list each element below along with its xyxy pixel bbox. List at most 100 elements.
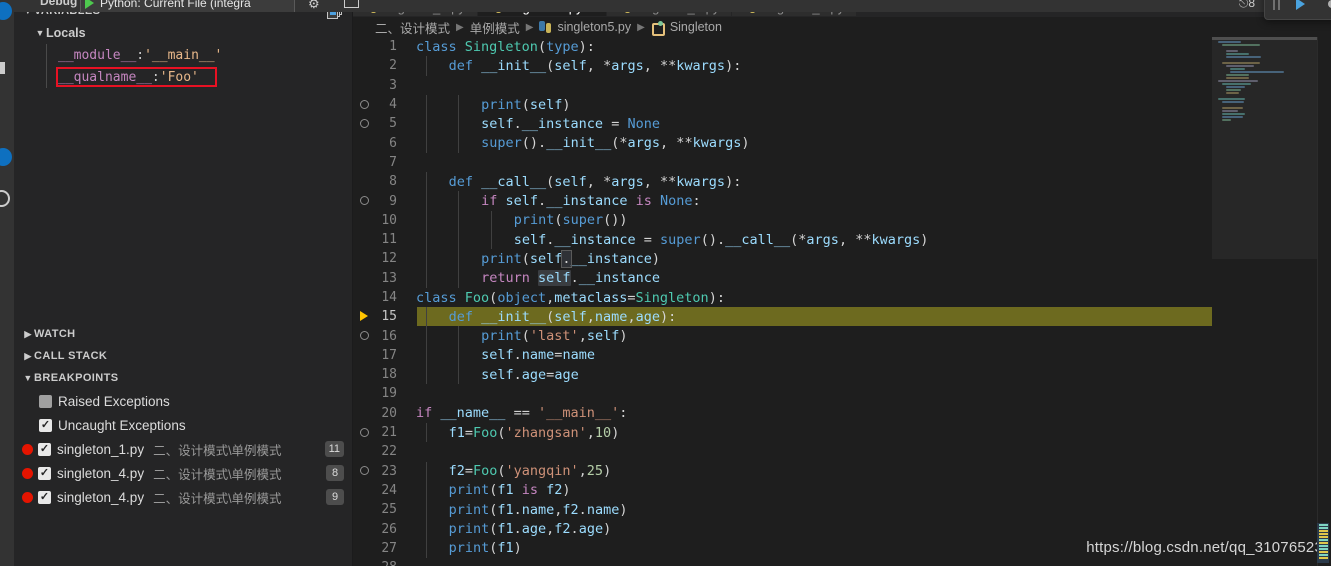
code-line[interactable]: 20 if __name__ == '__main__': — [353, 404, 1331, 423]
code-line[interactable]: 22 — [353, 442, 1331, 461]
layout-panel-icon[interactable] — [344, 0, 359, 8]
code-line[interactable]: 12 print(self.__instance) — [353, 249, 1331, 269]
code-line[interactable]: 15 def __init__(self,name,age): — [353, 307, 1331, 327]
gear-icon[interactable]: ⚙ — [308, 0, 320, 12]
checkbox-icon[interactable]: ✓ — [39, 418, 52, 432]
breakpoint-glyph-icon[interactable] — [353, 193, 375, 209]
breadcrumb-item-folder1[interactable]: 二、设计模式 — [375, 18, 450, 37]
account-icon[interactable] — [0, 190, 10, 207]
chevron-down-icon[interactable]: ▼ — [22, 367, 34, 389]
callstack-section-header[interactable]: ▶ CALL STACK — [14, 345, 352, 367]
start-debug-icon[interactable] — [85, 0, 94, 9]
code-line[interactable]: 5 self.__instance = None — [353, 114, 1331, 134]
minimap-scroll-handle[interactable] — [1212, 37, 1317, 40]
minimap-line — [1222, 62, 1260, 64]
code-line[interactable]: 2 def __init__(self, *args, **kwargs): — [353, 56, 1331, 76]
checkbox-icon[interactable]: ✓ — [38, 490, 51, 504]
code-text: print(f1.age,f2.age) — [448, 521, 612, 538]
checkbox-icon[interactable]: ✓ — [38, 442, 51, 456]
step-over-button[interactable] — [1317, 0, 1331, 17]
breakpoint-item[interactable]: ✓ singleton_4.py 二、设计模式\单例模式 9 — [14, 485, 352, 509]
minimap[interactable] — [1212, 37, 1317, 566]
code-text: if __name__ == '__main__': — [416, 405, 628, 422]
breakpoint-raised-exceptions[interactable]: ✓ Raised Exceptions — [14, 389, 352, 413]
code-line[interactable]: 19 — [353, 384, 1331, 403]
code-line[interactable]: 3 — [353, 76, 1331, 95]
breakpoints-list: ✓ Raised Exceptions ✓ Uncaught Exception… — [14, 389, 352, 509]
code-line[interactable]: 28 — [353, 558, 1331, 566]
code-line[interactable]: 7 — [353, 153, 1331, 172]
checkbox-icon[interactable]: ✓ — [38, 466, 51, 480]
code-line[interactable]: 17 self.name=name — [353, 345, 1331, 366]
code-text: def __call__(self, *args, **kwargs): — [448, 173, 742, 190]
breakpoint-glyph-icon[interactable] — [353, 116, 375, 132]
minimap-line — [1218, 98, 1246, 100]
code-line[interactable]: 21 f1=Foo('zhangsan',10) — [353, 422, 1331, 443]
chevron-right-icon[interactable]: ▶ — [22, 323, 34, 345]
problems-count[interactable]: ⎋8 — [1239, 0, 1255, 11]
variables-tree: ▼ Locals __module__: '__main__' __qualna… — [14, 22, 352, 323]
variable-row-qualname[interactable]: __qualname__: 'Foo' — [14, 66, 352, 88]
breakpoint-item[interactable]: ✓ singleton_4.py 二、设计模式\单例模式 8 — [14, 461, 352, 485]
code-line[interactable]: 13 return self.__instance — [353, 268, 1331, 288]
code-line[interactable]: 14 class Foo(object,metaclass=Singleton): — [353, 288, 1331, 307]
code-line[interactable]: 8 def __call__(self, *args, **kwargs): — [353, 172, 1331, 192]
variable-value: '__main__' — [144, 47, 223, 63]
breakpoint-uncaught-exceptions[interactable]: ✓ Uncaught Exceptions — [14, 413, 352, 437]
breakpoint-glyph-icon[interactable] — [353, 463, 375, 479]
debug-titlebar: Debug Python: Current File (integra ⚙ ⎋8 — [14, 0, 1331, 12]
execution-pointer-icon[interactable] — [353, 309, 375, 325]
code-line[interactable]: 24 print(f1 is f2) — [353, 480, 1331, 501]
variable-separator: : — [151, 69, 160, 85]
code-line[interactable]: 18 self.age=age — [353, 365, 1331, 385]
continue-icon — [1295, 0, 1305, 10]
vscode-window: ▼ VARIABLES ▼ Locals __module__: '__main… — [0, 0, 1331, 566]
breadcrumb-item-file[interactable]: singleton5.py — [557, 20, 631, 34]
minimap-line — [1226, 86, 1245, 88]
csdn-badge-icon — [1317, 523, 1329, 563]
activity-bar[interactable] — [0, 0, 14, 566]
chevron-right-icon[interactable]: ▶ — [22, 345, 34, 367]
checkbox-icon[interactable]: ✓ — [39, 394, 52, 408]
breakpoint-glyph-icon[interactable] — [353, 328, 375, 344]
code-line[interactable]: 26 print(f1.age,f2.age) — [353, 519, 1331, 539]
tree-indent-guide — [46, 44, 47, 66]
code-text: self.__instance = super().__call__(*args… — [513, 231, 929, 248]
code-text: self.age=age — [481, 366, 579, 383]
watch-section-header[interactable]: ▶ WATCH — [14, 323, 352, 345]
breakpoint-glyph-icon[interactable] — [353, 97, 375, 113]
code-line[interactable]: 25 print(f1.name,f2.name) — [353, 500, 1331, 520]
code-line[interactable]: 1 class Singleton(type): — [353, 37, 1331, 56]
variables-scope-locals[interactable]: ▼ Locals — [14, 22, 352, 44]
breakpoint-item[interactable]: ✓ singleton_1.py 二、设计模式\单例模式 11 — [14, 437, 352, 461]
code-editor[interactable]: 1 class Singleton(type): 2 def __init__(se… — [353, 37, 1331, 566]
continue-button[interactable] — [1285, 0, 1315, 17]
breakpoints-title: BREAKPOINTS — [34, 372, 119, 384]
minimap-line — [1222, 116, 1243, 118]
code-line[interactable]: 23 f2=Foo('yangqin',25) — [353, 461, 1331, 481]
code-line[interactable]: 4 print(self) — [353, 94, 1331, 115]
chevron-down-icon[interactable]: ▼ — [34, 22, 46, 44]
launch-config-select[interactable]: Python: Current File (integra — [80, 0, 295, 12]
overview-ruler[interactable] — [1317, 37, 1331, 566]
minimap-line — [1226, 56, 1261, 58]
drag-grip-icon[interactable] — [1271, 0, 1283, 12]
breakpoints-section-header[interactable]: ▼ BREAKPOINTS — [14, 367, 352, 389]
line-number: 3 — [389, 77, 397, 93]
line-number: 8 — [389, 174, 397, 190]
variable-row-module[interactable]: __module__: '__main__' — [14, 44, 352, 66]
breadcrumb-item-folder2[interactable]: 单例模式 — [470, 18, 520, 37]
code-text: self.name=name — [481, 347, 595, 364]
breakpoint-glyph-icon[interactable] — [353, 425, 375, 441]
code-line[interactable]: 6 super().__init__(*args, **kwargs) — [353, 133, 1331, 153]
line-number: 27 — [381, 540, 397, 556]
minimap-line — [1226, 50, 1238, 52]
code-line[interactable]: 10 print(super()) — [353, 210, 1331, 230]
breadcrumb-item-symbol[interactable]: Singleton — [670, 20, 722, 34]
code-line[interactable]: 16 print('last',self) — [353, 326, 1331, 346]
activity-badge-debug — [0, 148, 12, 166]
code-line[interactable]: 9 if self.__instance is None: — [353, 191, 1331, 211]
code-line[interactable]: 11 self.__instance = super().__call__(*a… — [353, 229, 1331, 250]
minimap-line — [1218, 80, 1258, 82]
variable-separator: : — [136, 47, 145, 63]
